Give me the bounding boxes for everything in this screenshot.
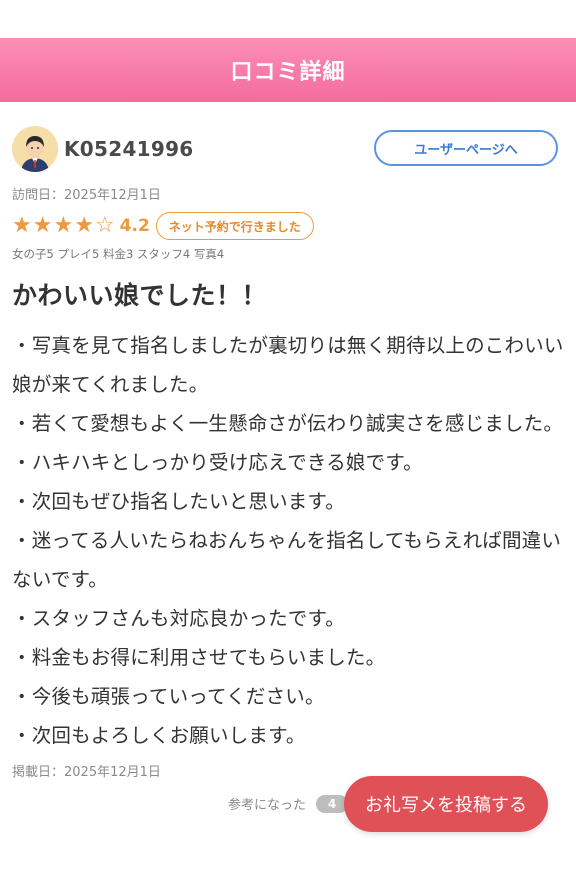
avatar xyxy=(12,126,58,172)
star-filled-icon: ★ xyxy=(53,213,74,238)
review-line: ・今後も頑張っていってください。 xyxy=(12,685,325,708)
post-thanks-photo-button[interactable]: お礼写メを投稿する xyxy=(344,776,548,832)
review-line: ・迷ってる人いたらねおんちゃんを指名してもらえれば間違いないです。 xyxy=(12,529,562,591)
review-detail: K05241996 ユーザーページへ 訪問日：2025年12月1日 ★ ★ ★ … xyxy=(0,124,576,813)
review-line: ・料金もお得に利用させてもらいました。 xyxy=(12,646,386,669)
status-bar-gap xyxy=(0,0,576,38)
review-line: ・次回もぜひ指名したいと思います。 xyxy=(12,490,345,513)
user-page-button[interactable]: ユーザーページへ xyxy=(374,130,558,166)
review-line: ・写真を見て指名しましたが裏切りは無く期待以上のこわいい娘が来てくれました。 xyxy=(12,334,564,396)
page-title: 口コミ詳細 xyxy=(230,60,346,85)
star-empty-icon: ☆ xyxy=(94,213,115,238)
star-filled-icon: ★ xyxy=(12,213,32,238)
visit-date: 訪問日：2025年12月1日 xyxy=(12,188,161,203)
star-filled-icon: ★ xyxy=(32,213,53,238)
reviewer-row: K05241996 ユーザーページへ xyxy=(12,124,564,174)
user-avatar-icon xyxy=(12,126,58,172)
review-title: かわいい娘でした！！ xyxy=(12,281,268,310)
review-line: ・スタッフさんも対応良かったです。 xyxy=(12,607,345,630)
rating-score: 4.2 xyxy=(119,216,150,236)
review-line: ・次回もよろしくお願いします。 xyxy=(12,724,306,747)
page-header: 口コミ詳細 xyxy=(0,38,576,102)
helpful-label: 参考になった xyxy=(227,798,306,813)
reservation-badge: ネット予約で行きました xyxy=(155,212,314,240)
rating-row: ★ ★ ★ ★ ☆ 4.2 ネット予約で行きました xyxy=(12,212,564,240)
review-line: ・ハキハキとしっかり受け応えできる娘です。 xyxy=(12,451,423,474)
review-body: ・写真を見て指名しましたが裏切りは無く期待以上のこわいい娘が来てくれました。 ・… xyxy=(12,326,564,755)
review-line: ・若くて愛想もよく一生懸命さが伝わり誠実さを感じました。 xyxy=(12,412,564,435)
star-filled-icon: ★ xyxy=(74,213,94,238)
sub-ratings: 女の子5 プレイ5 料金3 スタッフ4 写真4 xyxy=(12,247,225,261)
reviewer-name: K05241996 xyxy=(64,137,194,161)
